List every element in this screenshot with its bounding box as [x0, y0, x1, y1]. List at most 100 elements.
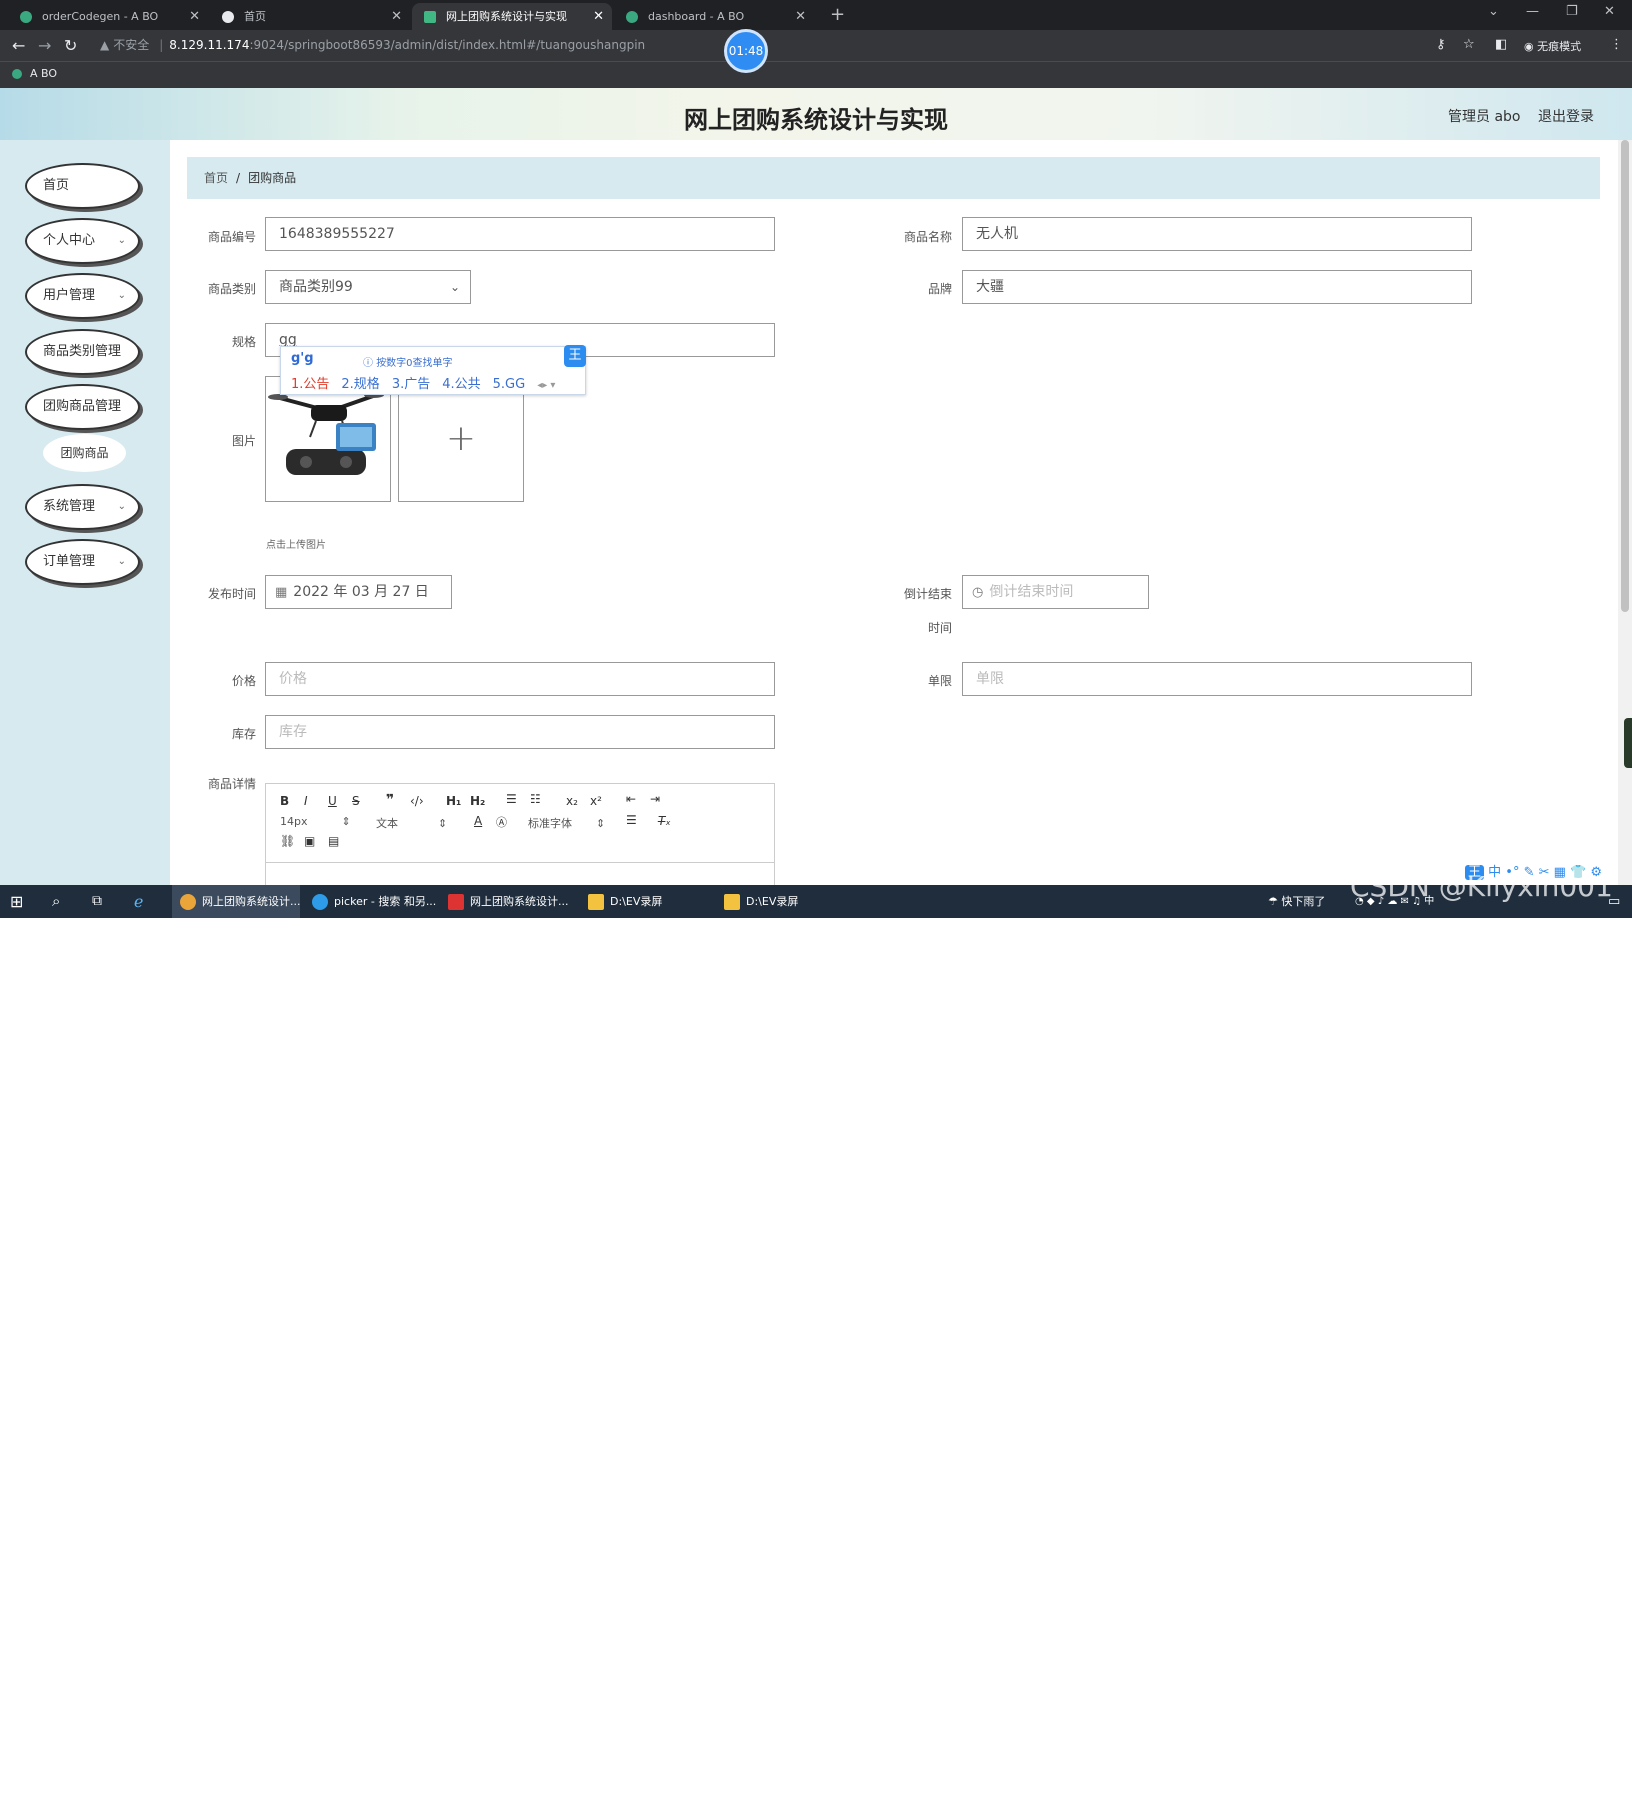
subscript-icon[interactable]: x₂ — [566, 794, 578, 808]
side-handle[interactable] — [1624, 718, 1632, 768]
tab-search-icon[interactable]: ⌄ — [1488, 4, 1499, 19]
background-color-icon[interactable]: Ⓐ — [496, 814, 507, 830]
task-view-icon[interactable]: ⧉ — [92, 885, 102, 918]
vue-icon — [424, 11, 436, 23]
warning-icon: ▲ — [100, 38, 110, 52]
close-icon[interactable]: ✕ — [391, 3, 402, 30]
back-icon[interactable]: ← — [12, 36, 25, 55]
font-size-select[interactable]: 14px ⇕ — [280, 815, 351, 828]
app-header: 网上团购系统设计与实现 管理员 abo 退出登录 — [0, 88, 1632, 140]
ordered-list-icon[interactable]: ☰ — [506, 792, 517, 806]
minimize-icon[interactable]: — — [1526, 4, 1539, 19]
taskbar-item-edge[interactable]: picker - 搜索 和另... — [304, 885, 436, 918]
ime-page-arrows-icon[interactable]: ◂▸ ▾ — [537, 380, 555, 391]
scrollbar[interactable] — [1618, 140, 1632, 885]
font-color-icon[interactable]: A — [474, 814, 482, 828]
taskbar-item-chrome[interactable]: 网上团购系统设计... — [172, 885, 301, 918]
close-window-icon[interactable]: ✕ — [1604, 4, 1615, 19]
breadcrumb-home[interactable]: 首页 — [204, 171, 228, 185]
italic-icon[interactable]: I — [304, 794, 308, 808]
reload-icon[interactable]: ↻ — [64, 36, 77, 55]
key-icon[interactable]: ⚷ — [1436, 37, 1446, 52]
tab-ordercodegen[interactable]: orderCodegen - A BO ✕ — [8, 3, 208, 30]
sidepanel-icon[interactable]: ◧ — [1495, 37, 1507, 52]
tab-home[interactable]: 首页 ✕ — [210, 3, 410, 30]
font-family-select[interactable]: 标准字体 ⇕ — [528, 815, 605, 831]
breadcrumb-current: 团购商品 — [248, 171, 297, 185]
stock-input[interactable]: 库存 — [265, 715, 775, 749]
weather-indicator[interactable]: ☂ 快下雨了 — [1268, 885, 1325, 918]
new-tab-icon[interactable]: + — [830, 3, 845, 27]
forward-icon[interactable]: → — [38, 36, 51, 55]
close-icon[interactable]: ✕ — [189, 3, 200, 30]
sidebar-item-orders[interactable]: 订单管理 ⌄ — [25, 539, 140, 585]
outdent-icon[interactable]: ⇤ — [626, 792, 636, 806]
strike-icon[interactable]: S — [352, 794, 360, 808]
tab-tuangou[interactable]: 网上团购系统设计与实现 ✕ — [412, 3, 612, 30]
h1-icon[interactable]: H₁ — [446, 794, 461, 808]
sidebar-item-users[interactable]: 用户管理 ⌄ — [25, 273, 140, 319]
chevron-updown-icon: ⇕ — [596, 817, 606, 830]
close-icon[interactable]: ✕ — [795, 3, 806, 30]
sidebar-item-group-goods[interactable]: 团购商品管理 — [25, 384, 140, 430]
sidebar-subitem-group-goods[interactable]: 团购商品 — [43, 434, 126, 472]
restore-icon[interactable]: ❐ — [1566, 4, 1578, 19]
vue-icon — [448, 894, 464, 910]
sidebar-item-profile[interactable]: 个人中心 ⌄ — [25, 218, 140, 264]
limit-input[interactable]: 单限 — [962, 662, 1472, 696]
scrollbar-thumb[interactable] — [1621, 140, 1629, 612]
sidebar-item-home[interactable]: 首页 — [25, 163, 140, 209]
publish-label: 发布时间 — [207, 587, 256, 601]
chevron-down-icon: ⌄ — [117, 235, 126, 246]
menu-icon[interactable]: ⋮ — [1610, 37, 1623, 52]
star-icon[interactable]: ☆ — [1463, 37, 1475, 52]
ime-candidate[interactable]: 5.GG — [493, 377, 526, 392]
price-input[interactable]: 价格 — [265, 662, 775, 696]
link-icon[interactable]: ⛓ — [280, 834, 295, 848]
video-icon[interactable]: ▤ — [328, 834, 339, 848]
taskbar-item-folder[interactable]: D:\EV录屏 — [580, 885, 708, 918]
chevron-updown-icon: ⇕ — [341, 815, 351, 828]
tab-dashboard[interactable]: dashboard - A BO ✕ — [614, 3, 814, 30]
bookmark-abo[interactable]: A BO — [12, 67, 57, 80]
system-clock[interactable]: 22:18 2022/3/27 — [1526, 1778, 1577, 1800]
search-icon[interactable]: ⌕ — [52, 885, 60, 918]
ie-icon[interactable]: ℯ — [134, 885, 143, 918]
bold-icon[interactable]: B — [280, 794, 289, 808]
globe-icon — [222, 11, 234, 23]
breadcrumb: 首页 / 团购商品 — [187, 157, 1600, 199]
sidebar-item-system[interactable]: 系统管理 ⌄ — [25, 484, 140, 530]
detail-label: 商品详情 — [207, 777, 256, 791]
category-select[interactable]: 商品类别99 ⌄ — [265, 270, 471, 304]
code-input[interactable]: 1648389555227 — [265, 217, 775, 251]
name-input[interactable]: 无人机 — [962, 217, 1472, 251]
indent-icon[interactable]: ⇥ — [650, 792, 660, 806]
taskbar-item-folder-2[interactable]: D:\EV录屏 — [716, 885, 844, 918]
underline-icon[interactable]: U — [328, 794, 337, 808]
windows-start-icon[interactable]: ⊞ — [10, 885, 23, 918]
h2-icon[interactable]: H₂ — [470, 794, 485, 808]
ime-candidate[interactable]: 2.规格 — [341, 377, 379, 392]
publish-date-input[interactable]: ▦ 2022 年 03 月 27 日 — [265, 575, 452, 609]
logout-button[interactable]: 退出登录 — [1538, 106, 1594, 126]
code-icon[interactable]: ‹/› — [410, 794, 424, 808]
calendar-icon: ▦ — [275, 585, 288, 600]
ime-candidate[interactable]: 3.广告 — [392, 377, 430, 392]
ime-candidate[interactable]: 1.公告 — [291, 377, 329, 392]
close-icon[interactable]: ✕ — [593, 3, 604, 30]
header-select[interactable]: 文本 ⇕ — [376, 815, 447, 831]
sidebar-item-category[interactable]: 商品类别管理 — [25, 329, 140, 375]
stock-label: 库存 — [231, 727, 256, 741]
superscript-icon[interactable]: x² — [590, 794, 602, 808]
taskbar-item-vue[interactable]: 网上团购系统设计... — [440, 885, 569, 918]
countdown-input[interactable]: ◷ 倒计结束时间 — [962, 575, 1149, 609]
clear-format-icon[interactable]: T̶ₓ — [658, 814, 671, 828]
image-icon[interactable]: ▣ — [304, 834, 315, 848]
bullet-list-icon[interactable]: ☷ — [530, 792, 541, 806]
align-icon[interactable]: ☰ — [626, 813, 637, 827]
info-icon: ⓘ — [363, 358, 377, 369]
incognito-indicator[interactable]: ◉ 无痕模式 — [1524, 38, 1581, 54]
quote-icon[interactable]: ❞ — [386, 792, 394, 808]
brand-input[interactable]: 大疆 — [962, 270, 1472, 304]
ime-candidate[interactable]: 4.公共 — [442, 377, 480, 392]
